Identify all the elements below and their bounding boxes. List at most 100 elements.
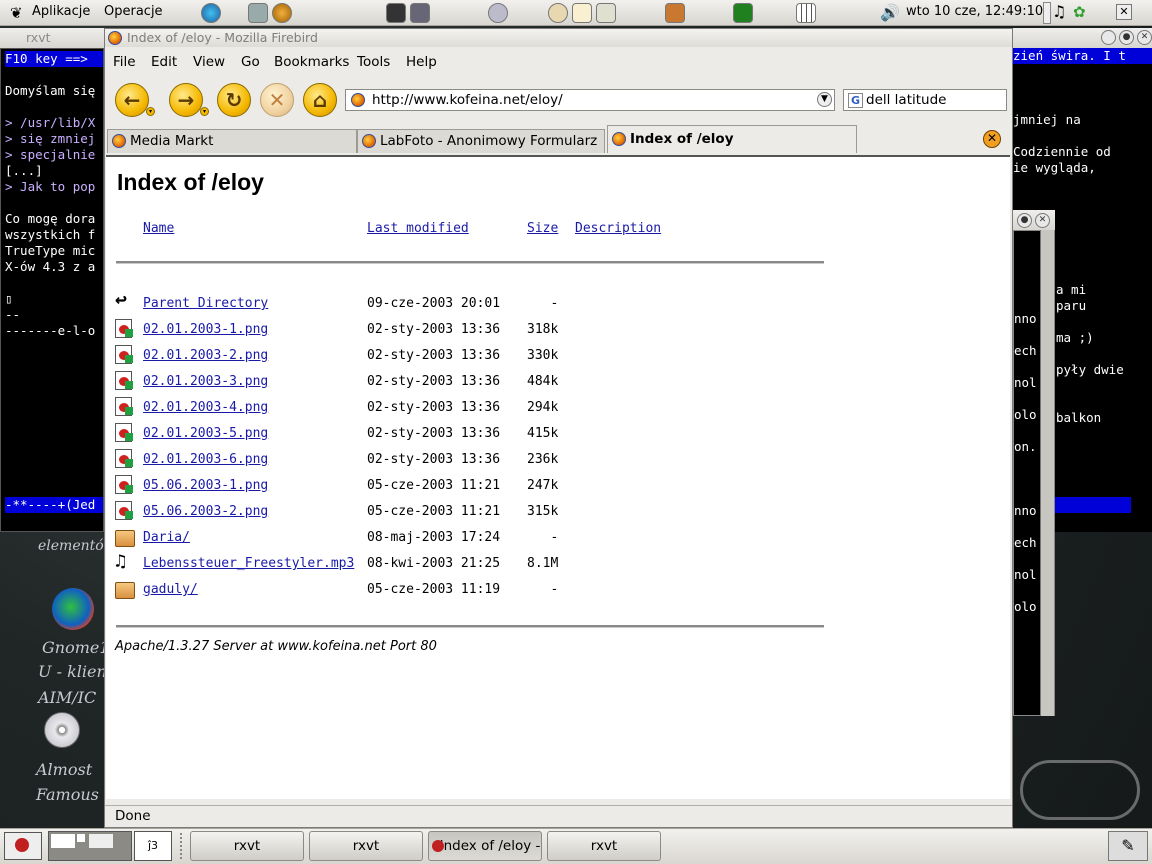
column-header-size[interactable]: Size — [527, 221, 558, 236]
file-row: Daria/08-maj-2003 17:24 - — [106, 527, 826, 553]
taskbar-item-rxvt[interactable]: rxvt — [309, 831, 423, 861]
window-title[interactable]: rxvt — [0, 28, 104, 48]
settings-launcher-icon[interactable] — [488, 3, 508, 23]
workspace-3[interactable] — [89, 834, 113, 848]
file-link[interactable]: 02.01.2003-4.png — [143, 400, 268, 415]
gimp-launcher-icon[interactable] — [548, 3, 568, 23]
divider — [116, 625, 824, 628]
window-title[interactable]: ● ✕ — [1013, 28, 1152, 48]
tab-label: Index of /eloy — [630, 131, 734, 147]
actions-menu[interactable]: Operacje — [104, 4, 163, 19]
media-launcher-icon[interactable] — [272, 3, 292, 23]
terminal-line: F10 key ==> — [5, 51, 103, 67]
file-row: 02.01.2003-4.png 02-sty-2003 13:36 294k — [106, 397, 826, 423]
scrollbar[interactable] — [1040, 230, 1054, 716]
file-link[interactable]: 05.06.2003-2.png — [143, 504, 268, 519]
reload-button[interactable]: ↻ — [217, 83, 251, 117]
file-link[interactable]: Lebenssteuer_Freestyler.mp3 — [143, 556, 354, 571]
window-title[interactable]: ● ✕ — [1013, 210, 1055, 230]
minimize-button[interactable] — [1101, 30, 1116, 45]
home-button[interactable]: ⌂ — [303, 83, 337, 117]
music-applet-icon[interactable]: ♫ — [1052, 2, 1066, 21]
menu-bookmarks[interactable]: Bookmarks — [274, 54, 349, 70]
panel-close-icon[interactable]: ✕ — [1116, 4, 1132, 20]
desktop-label[interactable]: Famous — [36, 785, 99, 804]
file-row: 05.06.2003-2.png 05-cze-2003 11:21 315k — [106, 501, 826, 527]
back-dropdown[interactable]: ▾ — [146, 107, 155, 116]
workspace-switcher[interactable] — [48, 831, 132, 861]
close-button[interactable]: ✕ — [1035, 213, 1050, 228]
menu-file[interactable]: File — [113, 54, 136, 70]
browser-titlebar[interactable]: Index of /eloy - Mozilla Firebird — [105, 29, 1012, 47]
maximize-button[interactable]: ● — [1119, 30, 1134, 45]
file-link[interactable]: Parent Directory — [143, 296, 268, 311]
close-tab-button[interactable]: ✕ — [983, 130, 1001, 148]
file-link[interactable]: 02.01.2003-6.png — [143, 452, 268, 467]
maximize-button[interactable]: ● — [1017, 213, 1032, 228]
back-button[interactable]: ← — [115, 83, 149, 117]
workspace-2[interactable] — [77, 834, 85, 842]
browser-window[interactable]: Index of /eloy - Mozilla Firebird File E… — [104, 28, 1013, 828]
desktop-label[interactable]: U - klien — [38, 662, 107, 681]
file-link[interactable]: 05.06.2003-1.png — [143, 478, 268, 493]
file-link[interactable]: 02.01.2003-5.png — [143, 426, 268, 441]
file-link[interactable]: Daria/ — [143, 530, 190, 545]
gimp-icon — [15, 838, 29, 852]
wallpaper-graffiti — [1020, 760, 1140, 820]
file-link[interactable]: gaduly/ — [143, 582, 198, 597]
menu-go[interactable]: Go — [241, 54, 260, 70]
search-input[interactable]: G dell latitude — [843, 89, 1007, 111]
stop-button[interactable]: ✕ — [260, 83, 294, 117]
tab-index-of-eloy[interactable]: Index of /eloy — [607, 125, 857, 153]
url-dropdown-button[interactable]: ▼ — [817, 92, 832, 107]
menu-help[interactable]: Help — [406, 54, 437, 70]
file-link[interactable]: 02.01.2003-1.png — [143, 322, 268, 337]
desktop-label[interactable]: AIM/IC — [38, 688, 96, 707]
volume-icon[interactable]: 🔊 — [880, 3, 900, 22]
menu-tools[interactable]: Tools — [357, 54, 390, 70]
clock[interactable]: wto 10 cze, 12:49:10 — [906, 4, 1043, 19]
tab-icon — [112, 134, 126, 148]
menu-edit[interactable]: Edit — [151, 54, 177, 70]
column-header-description[interactable]: Description — [575, 221, 661, 236]
workspace-4[interactable]: ĵ3 — [134, 831, 172, 861]
tab-media-markt[interactable]: Media Markt — [107, 129, 357, 153]
gnome-icq-icon[interactable] — [52, 588, 94, 630]
gadu-gadu-icon[interactable]: ✿ — [1073, 3, 1086, 21]
notes-launcher-icon[interactable] — [572, 3, 592, 23]
applications-menu[interactable]: Aplikacje — [32, 4, 90, 19]
browser-launcher-icon[interactable] — [201, 3, 221, 23]
menu-view[interactable]: View — [193, 54, 225, 70]
files-launcher-icon[interactable] — [665, 3, 685, 23]
notification-icon[interactable]: ✎ — [1108, 831, 1148, 861]
cd-icon[interactable] — [44, 712, 80, 748]
page-title: Index of /eloy — [117, 169, 264, 195]
terminal-launcher-icon[interactable] — [386, 3, 406, 23]
file-link[interactable]: 02.01.2003-2.png — [143, 348, 268, 363]
close-button[interactable]: ✕ — [1137, 30, 1152, 45]
taskbar-item-rxvt[interactable]: rxvt — [547, 831, 661, 861]
column-header-name[interactable]: Name — [143, 221, 174, 236]
forward-dropdown[interactable]: ▾ — [200, 107, 209, 116]
panel-handle[interactable] — [1043, 2, 1051, 24]
tab-labfoto[interactable]: LabFoto - Anonimowy Formularz — [357, 129, 605, 153]
workspace-1[interactable] — [51, 834, 75, 848]
taskbar-item-rxvt[interactable]: rxvt — [190, 831, 304, 861]
taskbar-item-browser[interactable]: Index of /eloy - — [428, 831, 542, 861]
desktop-label[interactable]: Almost — [36, 760, 92, 779]
calendar-launcher-icon[interactable] — [796, 3, 816, 23]
mail-launcher-icon[interactable] — [248, 3, 268, 23]
show-desktop-button[interactable] — [4, 832, 42, 860]
forward-button[interactable]: → — [169, 83, 203, 117]
screen-launcher-icon[interactable] — [410, 3, 430, 23]
google-icon[interactable]: G — [848, 93, 863, 108]
url-bar[interactable]: http://www.kofeina.net/eloy/ ▼ — [345, 89, 835, 111]
editor-launcher-icon[interactable] — [596, 3, 616, 23]
column-header-modified[interactable]: Last modified — [367, 221, 469, 236]
monitor-launcher-icon[interactable] — [733, 3, 753, 23]
terminal-line: > specjalnie — [5, 147, 96, 162]
file-link[interactable]: 02.01.2003-3.png — [143, 374, 268, 389]
terminal-window[interactable]: F10 key ==> Domyślam się > /usr/lib/X > si… — [0, 48, 104, 532]
